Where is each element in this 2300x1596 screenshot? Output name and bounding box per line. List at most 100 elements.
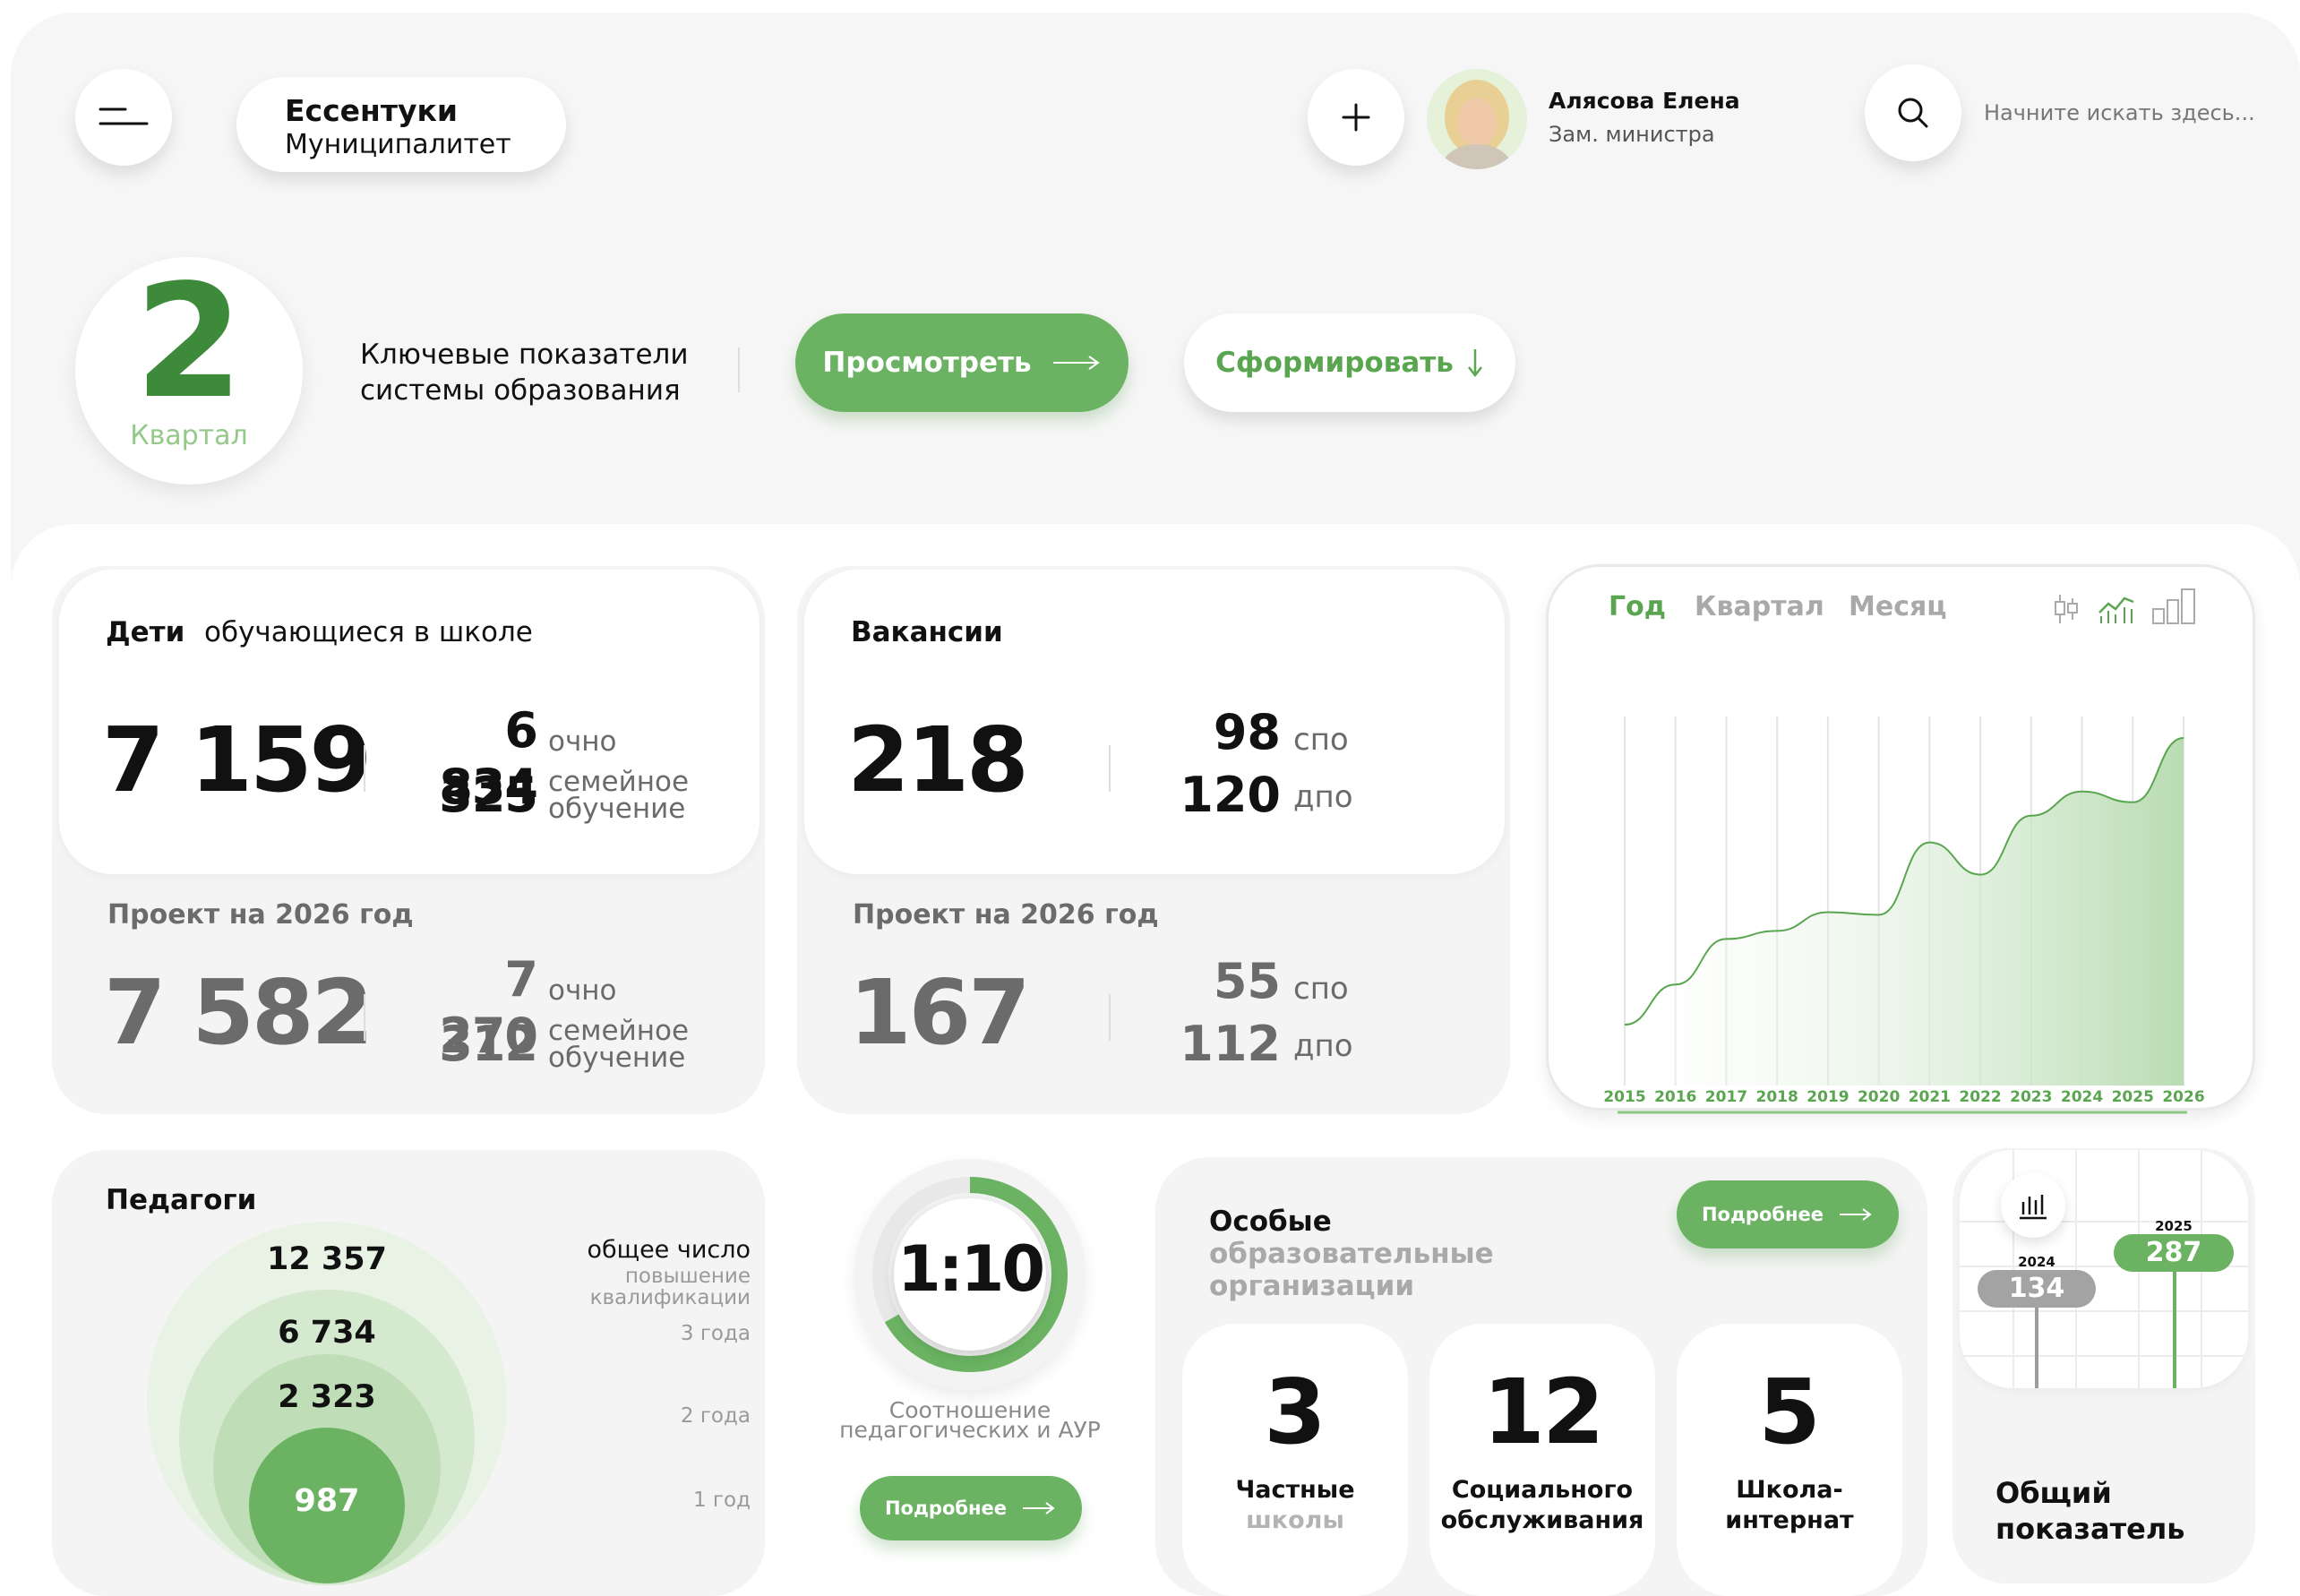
vacancies-dpo-label: дпо [1293,779,1353,815]
search-input[interactable]: Начните искать здесь... [1984,100,2279,125]
chart-x-tick-label: 2026 [2162,1088,2204,1106]
overall-year-2025: 2025 [2155,1218,2193,1234]
vacancies-project-title: Проект на 2026 год [853,899,1159,931]
teachers-value: 987 [294,1483,360,1519]
search-button[interactable] [1865,64,1961,161]
quarter-badge: 2 Квартал [75,257,303,485]
chart-x-tick-label: 2024 [2061,1088,2103,1106]
section-title-line2: системы образования [360,374,681,407]
special-orgs-title-3: организации [1209,1270,1415,1302]
children-project-family-value: 312 [439,1016,538,1072]
user-role: Зам. министра [1549,122,1715,147]
chart-x-tick-label: 2016 [1654,1088,1696,1106]
children-title: Дети [106,616,185,648]
children-family-value: 325 [439,767,538,823]
children-total: 7 159 [102,708,372,812]
chart-x-tick-label: 2023 [2010,1088,2052,1106]
teachers-label: 1 год [692,1489,751,1512]
tab-quarter[interactable]: Квартал [1695,591,1824,622]
teachers-label: повышение [624,1265,751,1288]
special-org-label-2: школы [1246,1506,1344,1534]
chart-area [1625,737,2184,1085]
special-org-social[interactable]: 12 Социального обслуживания [1429,1324,1655,1596]
children-fulltime-label: очно [548,725,617,758]
quarter-label: Квартал [130,420,248,451]
overall-icon-button[interactable] [2001,1173,2065,1238]
overall-value-2025: 287 [2114,1234,2234,1272]
city-name: Ессентуки [285,93,459,128]
overall-stem-2025 [2173,1257,2176,1388]
menu-icon [99,107,149,125]
children-project-family-label-2: обучение [548,1042,686,1074]
teachers-title: Педагоги [106,1184,257,1216]
special-org-boarding[interactable]: 5 Школа- интернат [1677,1324,1902,1596]
special-org-label-2: интернат [1725,1506,1854,1534]
add-button[interactable] [1308,69,1404,166]
chart-x-tick-label: 2025 [2112,1088,2154,1106]
vacancies-project-spo-label: спо [1293,971,1349,1007]
chart-x-tick-label: 2022 [1959,1088,2001,1106]
divider [1109,994,1111,1041]
special-details-button[interactable]: Подробнее [1677,1180,1899,1248]
vacancies-project-total: 167 [849,960,1031,1065]
quarter-number: 2 [134,252,244,433]
divider [364,745,365,792]
special-org-label: Частные [1235,1476,1355,1504]
avatar[interactable] [1427,69,1527,169]
overall-stem-2024 [2035,1295,2038,1388]
vacancies-project-dpo-label: дпо [1293,1028,1353,1064]
vacancies-title: Вакансии [851,616,1003,648]
bar-chart-icon[interactable] [2151,588,2198,625]
children-family-label-2: обучение [548,793,686,825]
section-title-line1: Ключевые показатели [360,339,689,371]
divider [364,994,365,1041]
vacancies-project-spo-value: 55 [1213,953,1281,1009]
chart-x-tick-label: 2019 [1807,1088,1849,1106]
vacancies-dpo-value: 120 [1180,767,1281,823]
candlestick-icon[interactable] [2053,593,2080,625]
vacancies-spo-value: 98 [1213,704,1281,760]
special-details-label: Подробнее [1701,1204,1824,1225]
ratio-details-label: Подробнее [884,1497,1008,1519]
teachers-label: квалификации [589,1286,751,1309]
special-org-label: Социального [1451,1476,1634,1504]
special-org-value: 12 [1482,1360,1604,1464]
teachers-value: 2 323 [278,1379,376,1415]
tab-year[interactable]: Год [1609,591,1666,622]
city-subtitle: Муниципалитет [285,129,511,160]
generate-button-label: Сформировать [1215,347,1454,379]
divider [738,348,740,392]
municipality-selector[interactable]: Ессентуки Муниципалитет [236,77,566,172]
vacancies-spo-label: спо [1293,722,1349,758]
vacancies-project-dpo-value: 112 [1180,1016,1281,1072]
plus-icon [1342,103,1370,132]
line-chart-icon[interactable] [2098,591,2135,625]
arrow-right-icon [1052,356,1100,370]
chart-x-tick-label: 2015 [1603,1088,1645,1106]
special-org-label: Школа- [1736,1476,1843,1504]
children-subtitle: обучающиеся в школе [204,616,533,648]
chart-x-tick-label: 2020 [1858,1088,1900,1106]
ratio-details-button[interactable]: Подробнее [860,1476,1082,1540]
chart-x-tick-label: 2021 [1909,1088,1951,1106]
teachers-label: 2 года [680,1404,751,1428]
children-project-total: 7 582 [104,960,373,1065]
user-name: Алясова Елена [1549,88,1740,114]
teachers-label: общее число [587,1236,751,1264]
special-org-private[interactable]: 3 Частные школы [1182,1324,1408,1596]
tab-month[interactable]: Месяц [1849,591,1946,622]
ratio-value: 1:10 [897,1232,1045,1306]
special-org-value: 3 [1264,1360,1326,1464]
children-project-title: Проект на 2026 год [107,899,414,931]
special-org-value: 5 [1758,1360,1821,1464]
search-icon [1898,98,1928,128]
generate-button[interactable]: Сформировать [1184,313,1515,412]
chart-x-tick-label: 2017 [1705,1088,1747,1106]
teachers-label: 3 года [680,1322,751,1345]
menu-button[interactable] [75,69,172,166]
children-project-fulltime-label: очно [548,974,617,1007]
overall-label-2: показатель [1995,1512,2185,1546]
trend-area-chart: 2015 2016 2017 2018 2019 2020 2021 2022 2023 2024… [1603,716,2205,1114]
view-button[interactable]: Просмотреть [795,313,1129,412]
vacancies-total: 218 [847,708,1029,812]
